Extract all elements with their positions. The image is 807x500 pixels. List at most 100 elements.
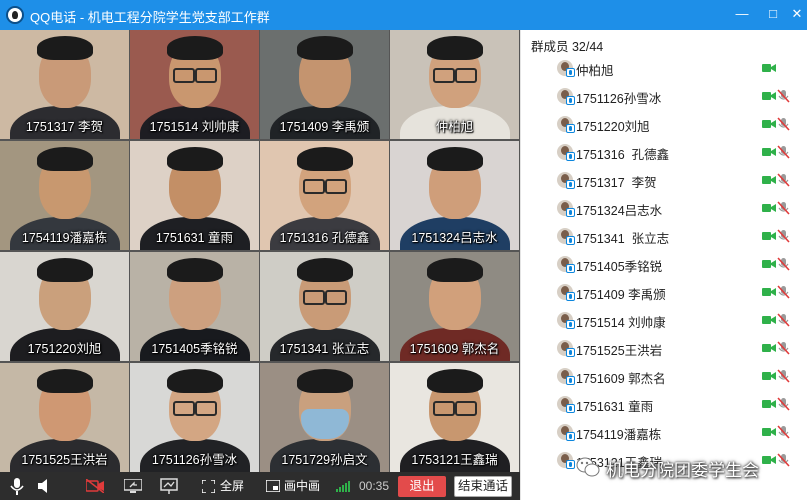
video-tile[interactable]: 1751324吕志水 <box>390 141 519 250</box>
video-tile[interactable]: 1751514 刘帅康 <box>130 30 259 139</box>
video-tile[interactable]: 仲柏旭 <box>390 30 519 139</box>
participant-name: 1751609 郭杰名 <box>409 342 500 356</box>
mic-muted-icon <box>777 285 790 299</box>
video-tile[interactable]: 1754119潘嘉栋 <box>0 141 129 250</box>
member-row[interactable]: 1751405季铭锐 <box>521 250 807 278</box>
watermark-text: 机电分院团委学生会 <box>606 461 759 480</box>
speaking-badge-icon <box>566 152 575 161</box>
member-row[interactable]: 1751514 刘帅康 <box>521 306 807 334</box>
video-tile[interactable]: 1751729孙启文 <box>260 363 389 472</box>
signal-icon <box>336 481 350 492</box>
video-tile[interactable]: 1751609 郭杰名 <box>390 252 519 361</box>
video-tile[interactable]: 1751631 童雨 <box>130 141 259 250</box>
qq-call-window: QQ电话 - 机电工程分院学生党支部工作群 — □ ✕ 1751317 李贺 17… <box>0 0 807 500</box>
speaking-badge-icon <box>566 432 575 441</box>
video-grid: 1751317 李贺 1751514 刘帅康 1751409 李禹颁 仲柏旭 17541… <box>0 30 520 472</box>
participant-name: 1751324吕志水 <box>411 231 498 245</box>
video-tile[interactable]: 1751341 张立志 <box>260 252 389 361</box>
speaking-badge-icon <box>566 348 575 357</box>
pip-label[interactable]: 画中画 <box>284 472 320 500</box>
member-name: 仲柏旭 <box>576 64 614 78</box>
mic-muted-icon <box>777 89 790 103</box>
video-tile[interactable]: 1751126孙雪冰 <box>130 363 259 472</box>
member-row[interactable]: 1751220刘旭 <box>521 110 807 138</box>
video-camera-icon <box>762 148 776 156</box>
mic-muted-icon <box>777 145 790 159</box>
whiteboard-icon[interactable] <box>160 478 178 494</box>
speaking-badge-icon <box>566 376 575 385</box>
fullscreen-icon[interactable] <box>202 480 215 493</box>
pip-icon[interactable] <box>266 480 280 492</box>
speaking-badge-icon <box>566 68 575 77</box>
member-row[interactable]: 1751525王洪岩 <box>521 334 807 362</box>
member-row[interactable]: 1751324吕志水 <box>521 194 807 222</box>
participant-name: 1751220刘旭 <box>27 342 102 356</box>
participant-hair <box>296 147 353 171</box>
member-row[interactable]: 1751126孙雪冰 <box>521 82 807 110</box>
member-row[interactable]: 仲柏旭 <box>521 54 807 82</box>
exit-button[interactable]: 退出 <box>398 476 446 497</box>
member-row[interactable]: 1751631 童雨 <box>521 390 807 418</box>
member-row[interactable]: 1754119潘嘉栋 <box>521 418 807 446</box>
face-mask <box>300 409 349 439</box>
video-tile[interactable]: 1753121王鑫瑞 <box>390 363 519 472</box>
glasses <box>432 401 477 416</box>
participant-hair <box>166 369 223 393</box>
mic-muted-icon <box>777 341 790 355</box>
close-button[interactable]: ✕ <box>786 4 807 24</box>
member-name: 1751126孙雪冰 <box>576 92 662 106</box>
minimize-button[interactable]: — <box>731 4 753 24</box>
participant-name: 1751631 童雨 <box>155 231 234 245</box>
participant-name: 1751317 李贺 <box>25 120 104 134</box>
video-tile[interactable]: 1751317 李贺 <box>0 30 129 139</box>
participant-hair <box>36 258 93 282</box>
speaking-badge-icon <box>566 404 575 413</box>
participant-hair <box>166 147 223 171</box>
member-row[interactable]: 1751316 孔德鑫 <box>521 138 807 166</box>
member-name: 1751324吕志水 <box>576 204 663 218</box>
speaking-badge-icon <box>566 208 575 217</box>
participant-hair <box>296 36 353 60</box>
member-row[interactable]: 1751409 李禹颁 <box>521 278 807 306</box>
maximize-button[interactable]: □ <box>762 4 784 24</box>
participant-hair <box>296 369 353 393</box>
video-camera-icon <box>762 64 776 72</box>
member-row[interactable]: 1751341 张立志 <box>521 222 807 250</box>
glasses <box>302 179 347 194</box>
video-camera-icon <box>762 428 776 436</box>
call-timer: 00:35 <box>359 479 390 493</box>
watermark: 机电分院团委学生会 <box>560 452 807 482</box>
member-name: 1751220刘旭 <box>576 120 650 134</box>
speaking-badge-icon <box>566 264 575 273</box>
member-name: 1751609 郭杰名 <box>576 372 666 386</box>
member-row[interactable]: 1751609 郭杰名 <box>521 362 807 390</box>
member-name: 1754119潘嘉栋 <box>576 428 662 442</box>
member-name: 1751317 李贺 <box>576 176 657 190</box>
screen-share-icon[interactable] <box>124 479 142 493</box>
video-tile[interactable]: 1751409 李禹颁 <box>260 30 389 139</box>
glasses <box>432 68 477 83</box>
member-name: 1751514 刘帅康 <box>576 316 666 330</box>
video-tile[interactable]: 1751220刘旭 <box>0 252 129 361</box>
fullscreen-label[interactable]: 全屏 <box>220 472 244 500</box>
qq-logo-icon <box>6 6 24 24</box>
speaker-icon[interactable] <box>38 479 52 493</box>
microphone-icon[interactable] <box>10 478 24 495</box>
video-tile[interactable]: 1751316 孔德鑫 <box>260 141 389 250</box>
member-name: 1751341 张立志 <box>576 232 670 246</box>
video-camera-icon <box>762 288 776 296</box>
glasses <box>172 401 217 416</box>
participant-hair <box>426 36 483 60</box>
video-camera-icon <box>762 176 776 184</box>
speaking-badge-icon <box>566 292 575 301</box>
participant-name: 1751316 孔德鑫 <box>279 231 370 245</box>
video-tile[interactable]: 1751405季铭锐 <box>130 252 259 361</box>
speaking-badge-icon <box>566 180 575 189</box>
camera-off-icon[interactable] <box>86 479 104 493</box>
end-call-button[interactable]: 结束通话 <box>454 476 512 497</box>
speaking-badge-icon <box>566 96 575 105</box>
video-tile[interactable]: 1751525王洪岩 <box>0 363 129 472</box>
member-row[interactable]: 1751317 李贺 <box>521 166 807 194</box>
mic-muted-icon <box>777 369 790 383</box>
video-camera-icon <box>762 372 776 380</box>
